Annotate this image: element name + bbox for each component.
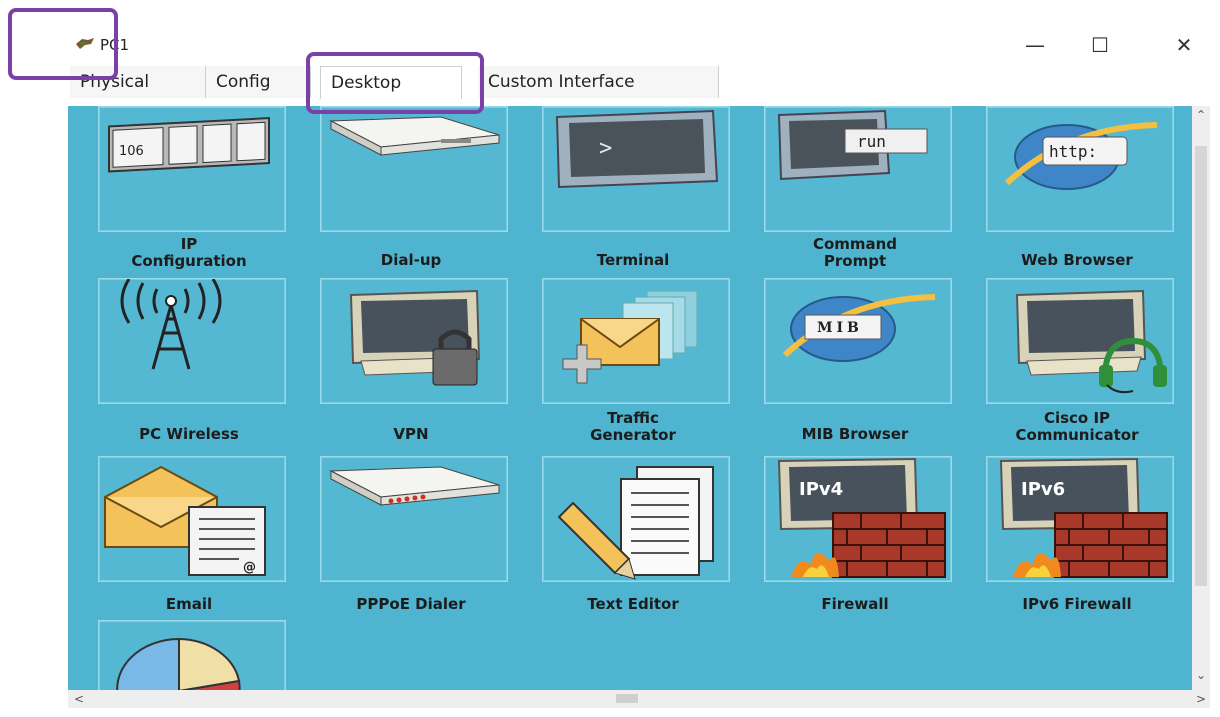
- vertical-scrollbar[interactable]: ⌃ ⌄: [1192, 106, 1210, 690]
- app-label-text: Text Editor: [587, 595, 679, 613]
- desktop-panel: 106 IP Configuration Dial-up > Terminal …: [68, 106, 1192, 690]
- ip-communicator-headset-icon: [1015, 289, 1167, 394]
- app-label-text: IPv6 Firewall: [1022, 595, 1132, 613]
- app-label-text: Cisco IP Communicator: [1015, 409, 1139, 444]
- text-editor-icon: [557, 466, 714, 580]
- scroll-left-icon[interactable]: <: [74, 690, 84, 708]
- app-label-text: Web Browser: [1021, 251, 1133, 269]
- svg-text:http:: http:: [1049, 142, 1097, 161]
- command-prompt-icon: run: [777, 109, 928, 181]
- maximize-button[interactable]: ☐: [1080, 28, 1120, 62]
- highlight-box-desktop-tab: [306, 52, 484, 114]
- vertical-scroll-thumb[interactable]: [1195, 146, 1207, 586]
- close-button[interactable]: ✕: [1164, 28, 1204, 62]
- vpn-lock-icon: [349, 289, 481, 386]
- dial-up-modem-icon: [329, 116, 500, 156]
- minimize-button[interactable]: —: [1015, 28, 1055, 62]
- app-label-text: Firewall: [821, 595, 889, 613]
- svg-text:MIB: MIB: [817, 320, 863, 336]
- app-label-text: PC Wireless: [139, 425, 239, 443]
- horizontal-scroll-thumb[interactable]: [616, 694, 638, 703]
- horizontal-scrollbar[interactable]: < >: [68, 690, 1210, 708]
- app-label-text: Terminal: [596, 251, 670, 269]
- scroll-up-icon[interactable]: ⌃: [1192, 108, 1210, 122]
- scroll-right-icon[interactable]: >: [1196, 690, 1206, 708]
- tab-custom-interface[interactable]: Custom Interface: [478, 66, 719, 98]
- terminal-icon: >: [555, 109, 719, 189]
- svg-text:@: @: [243, 560, 256, 575]
- ip-configuration-icon: 106: [108, 117, 270, 173]
- traffic-generator-icon: [562, 290, 698, 384]
- svg-text:>: >: [599, 136, 612, 161]
- app-label-text: VPN: [393, 425, 429, 443]
- app-label-text: Dial-up: [380, 251, 442, 269]
- pie-chart-app-icon: [116, 637, 241, 690]
- tab-bar: Physical Config Desktop Custom Interface: [70, 66, 1210, 100]
- pc1-window: PC1 — ☐ ✕ Physical Config Desktop Custom…: [60, 22, 1220, 717]
- mib-browser-icon: MIB: [782, 294, 936, 362]
- app-label-text: PPPoE Dialer: [356, 595, 466, 613]
- firewall-ipv4-icon: IPv4: [777, 457, 946, 578]
- svg-text:run: run: [857, 132, 886, 151]
- scroll-down-icon[interactable]: ⌄: [1192, 668, 1210, 682]
- tab-config[interactable]: Config: [206, 66, 311, 98]
- app-label-text: Email: [165, 595, 213, 613]
- firewall-ipv6-icon: IPv6: [999, 457, 1168, 578]
- pppoe-dialer-icon: [329, 466, 500, 506]
- wireless-tower-icon: [120, 279, 222, 370]
- svg-text:IPv6: IPv6: [1021, 479, 1065, 500]
- app-label-text: Command Prompt: [812, 235, 898, 270]
- app-label-text: Traffic Generator: [590, 409, 676, 444]
- app-label-text: IP Configuration: [131, 235, 247, 270]
- highlight-box-app-icon: [8, 8, 118, 80]
- app-label-text: MIB Browser: [801, 425, 909, 443]
- email-icon: @: [104, 465, 266, 576]
- web-browser-icon: http:: [1004, 122, 1158, 190]
- svg-text:IPv4: IPv4: [799, 479, 843, 500]
- title-bar: PC1 — ☐ ✕: [60, 22, 1220, 66]
- app-label: IP Configuration: [84, 236, 294, 270]
- svg-text:106: 106: [119, 144, 144, 159]
